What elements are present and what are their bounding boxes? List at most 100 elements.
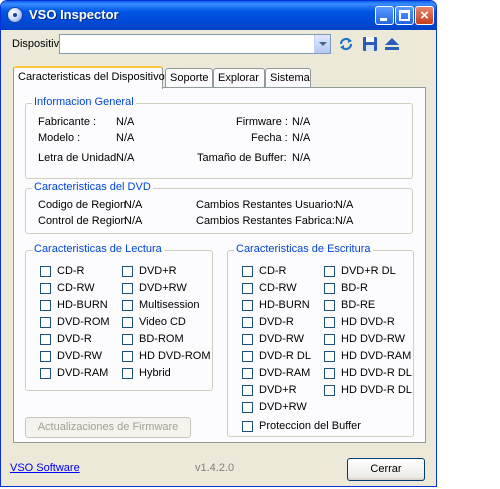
model-value: N/A <box>116 132 135 144</box>
checkbox-label: Video CD <box>139 316 186 328</box>
region-control-value: N/A <box>124 215 143 227</box>
tab-panel: Informacion General Fabricante : N/A Fir… <box>13 87 426 443</box>
checkbox-label: CD-R <box>57 265 85 277</box>
checkbox[interactable] <box>242 300 253 311</box>
checkbox[interactable] <box>242 266 253 277</box>
region-code-label: Codigo de Region <box>38 199 127 211</box>
checkbox-label: DVD+RW <box>259 401 307 413</box>
checkbox[interactable] <box>242 317 253 328</box>
close-window-button[interactable]: × <box>415 6 434 25</box>
checkbox[interactable] <box>40 317 51 328</box>
checkbox[interactable] <box>242 334 253 345</box>
checkbox-label: DVD+R DL <box>341 265 396 277</box>
firmware-value: N/A <box>292 116 311 128</box>
region-code-value: N/A <box>124 199 143 211</box>
checkbox[interactable] <box>324 317 335 328</box>
checkbox[interactable] <box>40 283 51 294</box>
chevron-down-icon[interactable] <box>314 35 330 53</box>
eject-icon[interactable] <box>384 36 400 52</box>
app-window: VSO Inspector × Dispositivo Caracteristi… <box>0 0 437 487</box>
dvd-characteristics-group: Caracteristicas del DVD Codigo de Region… <box>25 181 413 234</box>
date-label: Fecha : <box>251 132 288 144</box>
read-characteristics-group: Caracteristicas de Lectura CD-R CD-RW HD… <box>25 243 213 391</box>
window-title: VSO Inspector <box>29 7 119 22</box>
checkbox-label: CD-RW <box>259 282 297 294</box>
save-icon[interactable] <box>362 36 378 52</box>
tab-sistema[interactable]: Sistema <box>265 68 311 88</box>
checkbox-label: HD DVD-RAM <box>341 350 412 362</box>
checkbox[interactable] <box>122 334 133 345</box>
checkbox-label: BD-RE <box>341 299 376 311</box>
checkbox[interactable] <box>122 300 133 311</box>
region-control-label: Control de Region <box>38 215 127 227</box>
user-changes-label: Cambios Restantes Usuario: <box>196 199 337 211</box>
checkbox-label: HD DVD-R DL <box>341 384 412 396</box>
write-characteristics-group: Caracteristicas de Escritura CD-R CD-RW … <box>227 243 414 437</box>
minimize-button[interactable] <box>375 6 394 25</box>
checkbox-label: HD DVD-ROM <box>139 350 211 362</box>
checkbox-label: BD-R <box>341 282 368 294</box>
checkbox[interactable] <box>242 402 253 413</box>
checkbox[interactable] <box>324 385 335 396</box>
device-select[interactable] <box>59 34 331 54</box>
checkbox[interactable] <box>122 283 133 294</box>
maximize-icon <box>399 10 410 21</box>
checkbox-label: DVD-RW <box>57 350 103 362</box>
checkbox[interactable] <box>242 421 253 432</box>
checkbox[interactable] <box>242 283 253 294</box>
checkbox[interactable] <box>40 266 51 277</box>
firmware-updates-button[interactable]: Actualizaciones de Firmware <box>25 417 191 438</box>
checkbox-label: DVD-RAM <box>57 367 109 379</box>
checkbox-label: HD-BURN <box>259 299 310 311</box>
checkbox[interactable] <box>40 351 51 362</box>
checkbox[interactable] <box>324 351 335 362</box>
user-changes-value: N/A <box>335 199 354 211</box>
checkbox[interactable] <box>122 351 133 362</box>
checkbox[interactable] <box>324 334 335 345</box>
drive-letter-value: N/A <box>116 152 135 164</box>
tab-explorar[interactable]: Explorar <box>213 68 265 88</box>
checkbox-label: Hybrid <box>139 367 171 379</box>
checkbox[interactable] <box>122 368 133 379</box>
tab-soporte[interactable]: Soporte <box>165 68 213 88</box>
checkbox[interactable] <box>242 385 253 396</box>
checkbox[interactable] <box>324 266 335 277</box>
maximize-button[interactable] <box>395 6 414 25</box>
checkbox[interactable] <box>122 266 133 277</box>
checkbox[interactable] <box>40 300 51 311</box>
general-info-title: Informacion General <box>32 96 136 108</box>
checkbox-label: Proteccion del Buffer <box>259 420 361 432</box>
model-label: Modelo : <box>38 132 81 144</box>
checkbox-label: CD-RW <box>57 282 95 294</box>
refresh-icon[interactable] <box>338 36 354 52</box>
checkbox-label: HD-BURN <box>57 299 108 311</box>
date-value: N/A <box>292 132 311 144</box>
checkbox-label: Multisession <box>139 299 200 311</box>
title-bar[interactable]: VSO Inspector × <box>1 1 436 30</box>
checkbox-label: DVD-RW <box>259 333 305 345</box>
close-button[interactable]: Cerrar <box>347 458 425 481</box>
checkbox[interactable] <box>122 317 133 328</box>
checkbox[interactable] <box>324 368 335 379</box>
tab-device-characteristics[interactable]: Caracteristicas del Dispositivo <box>13 66 165 89</box>
checkbox-label: CD-R <box>259 265 287 277</box>
checkbox[interactable] <box>242 351 253 362</box>
checkbox-label: DVD+R <box>259 384 297 396</box>
read-characteristics-title: Caracteristicas de Lectura <box>32 243 164 255</box>
dvd-characteristics-title: Caracteristicas del DVD <box>32 181 153 193</box>
checkbox-label: HD DVD-R DL <box>341 367 412 379</box>
manufacturer-value: N/A <box>116 116 135 128</box>
app-disc-icon <box>7 7 23 23</box>
factory-changes-label: Cambios Restantes Fabrica: <box>196 215 335 227</box>
checkbox-label: HD DVD-R <box>341 316 395 328</box>
checkbox[interactable] <box>242 368 253 379</box>
checkbox[interactable] <box>40 368 51 379</box>
checkbox[interactable] <box>324 283 335 294</box>
checkbox[interactable] <box>324 300 335 311</box>
buffer-size-value: N/A <box>292 152 311 164</box>
vso-software-link[interactable]: VSO Software <box>10 462 80 474</box>
version-label: v1.4.2.0 <box>195 462 235 474</box>
drive-letter-label: Letra de Unidad <box>38 152 117 164</box>
checkbox[interactable] <box>40 334 51 345</box>
checkbox-label: DVD-R DL <box>259 350 311 362</box>
